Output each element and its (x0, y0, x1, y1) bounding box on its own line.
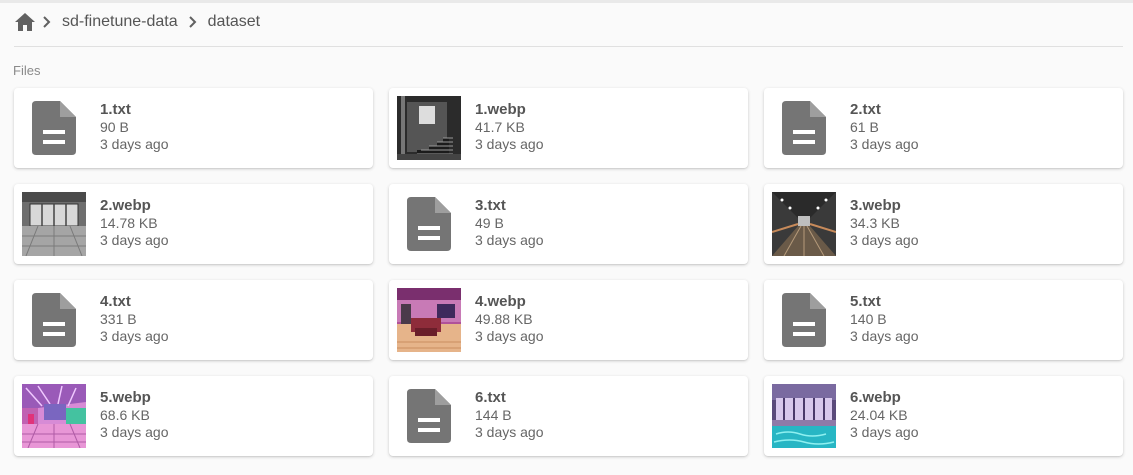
breadcrumb: sd-finetune-data dataset (14, 8, 264, 36)
file-document-icon (397, 384, 461, 448)
file-size: 90 B (100, 119, 129, 135)
file-name: 6.webp (850, 389, 901, 406)
file-card[interactable]: 3.txt 49 B 3 days ago (389, 184, 748, 264)
section-label-files: Files (13, 63, 41, 78)
file-date: 3 days ago (100, 232, 169, 248)
file-size: 68.6 KB (100, 407, 150, 423)
file-size: 49 B (475, 215, 504, 231)
file-date: 3 days ago (100, 424, 169, 440)
file-name: 3.txt (475, 197, 506, 214)
file-size: 41.7 KB (475, 119, 525, 135)
file-date: 3 days ago (100, 328, 169, 344)
file-date: 3 days ago (850, 424, 919, 440)
file-size: 24.04 KB (850, 407, 908, 423)
file-name: 1.webp (475, 101, 526, 118)
breadcrumb-item-dataset[interactable]: dataset (204, 13, 264, 31)
chevron-right-icon (182, 11, 204, 33)
file-document-icon (22, 96, 86, 160)
file-name: 1.txt (100, 101, 131, 118)
file-card[interactable]: 4.txt 331 B 3 days ago (14, 280, 373, 360)
file-card[interactable]: 1.webp 41.7 KB 3 days ago (389, 88, 748, 168)
file-card[interactable]: 1.txt 90 B 3 days ago (14, 88, 373, 168)
file-card[interactable]: 6.txt 144 B 3 days ago (389, 376, 748, 456)
file-name: 5.webp (100, 389, 151, 406)
file-size: 49.88 KB (475, 311, 533, 327)
file-name: 2.webp (100, 197, 151, 214)
file-card[interactable]: 5.webp 68.6 KB 3 days ago (14, 376, 373, 456)
file-document-icon (772, 96, 836, 160)
file-name: 5.txt (850, 293, 881, 310)
file-date: 3 days ago (850, 232, 919, 248)
file-size: 34.3 KB (850, 215, 900, 231)
pool-room-photo-thumbnail (772, 384, 836, 448)
breadcrumb-item-sd-finetune-data[interactable]: sd-finetune-data (58, 13, 182, 31)
corridor-photo-thumbnail (772, 192, 836, 256)
file-document-icon (772, 288, 836, 352)
empty-room-photo-thumbnail (22, 192, 86, 256)
file-name: 6.txt (475, 389, 506, 406)
file-document-icon (22, 288, 86, 352)
pink-lounge-photo-thumbnail (397, 288, 461, 352)
file-size: 14.78 KB (100, 215, 158, 231)
file-date: 3 days ago (100, 136, 169, 152)
file-date: 3 days ago (850, 136, 919, 152)
file-size: 140 B (850, 311, 887, 327)
neon-hall-photo-thumbnail (22, 384, 86, 448)
file-card[interactable]: 2.txt 61 B 3 days ago (764, 88, 1123, 168)
file-date: 3 days ago (475, 328, 544, 344)
file-card[interactable]: 3.webp 34.3 KB 3 days ago (764, 184, 1123, 264)
home-icon[interactable] (14, 11, 36, 33)
divider (14, 46, 1123, 47)
file-name: 4.webp (475, 293, 526, 310)
file-date: 3 days ago (475, 136, 544, 152)
chevron-right-icon (36, 11, 58, 33)
stairs-photo-thumbnail (397, 96, 461, 160)
file-date: 3 days ago (475, 424, 544, 440)
file-card[interactable]: 5.txt 140 B 3 days ago (764, 280, 1123, 360)
file-size: 331 B (100, 311, 137, 327)
file-card[interactable]: 6.webp 24.04 KB 3 days ago (764, 376, 1123, 456)
file-date: 3 days ago (850, 328, 919, 344)
file-name: 2.txt (850, 101, 881, 118)
file-name: 3.webp (850, 197, 901, 214)
file-document-icon (397, 192, 461, 256)
top-edge (0, 0, 1133, 3)
file-size: 61 B (850, 119, 879, 135)
file-card[interactable]: 4.webp 49.88 KB 3 days ago (389, 280, 748, 360)
file-date: 3 days ago (475, 232, 544, 248)
file-grid: 1.txt 90 B 3 days ago 1.webp 41.7 KB 3 d… (14, 88, 1123, 456)
file-name: 4.txt (100, 293, 131, 310)
file-size: 144 B (475, 407, 512, 423)
file-card[interactable]: 2.webp 14.78 KB 3 days ago (14, 184, 373, 264)
